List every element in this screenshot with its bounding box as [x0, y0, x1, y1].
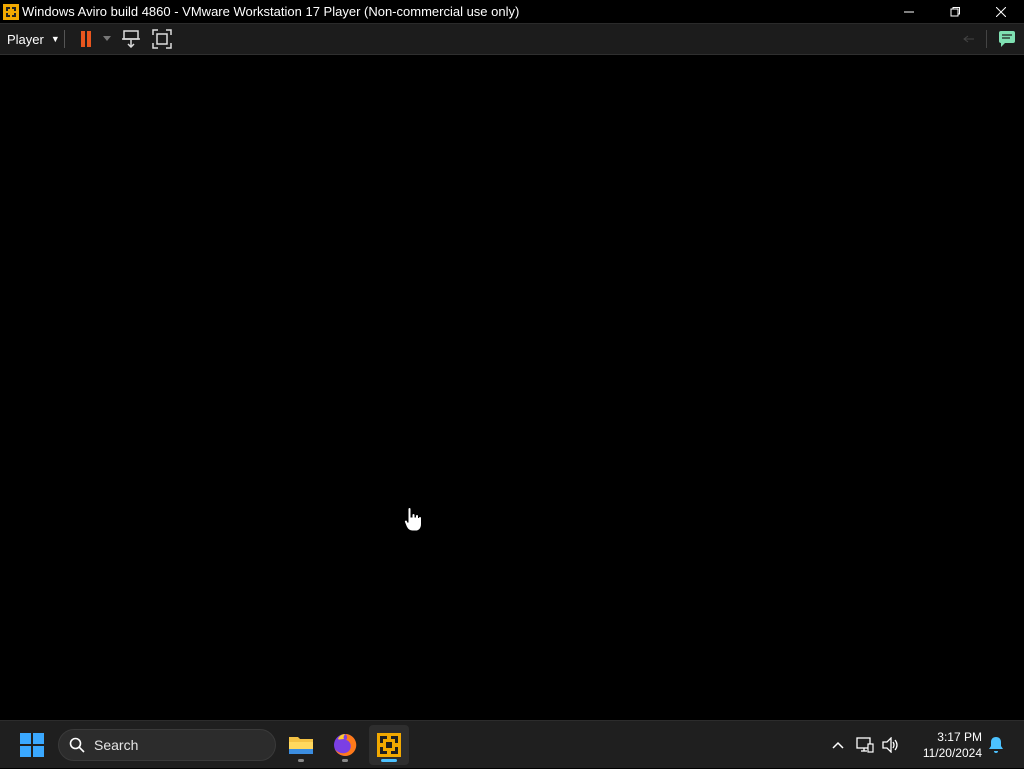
search-icon — [69, 737, 85, 753]
app-active-indicator — [381, 759, 397, 762]
firefox-icon[interactable] — [325, 725, 365, 765]
window-controls — [886, 0, 1024, 23]
player-menu-label: Player — [7, 31, 44, 47]
taskbar-clock[interactable]: 3:17 PM 11/20/2024 — [910, 729, 982, 761]
window-title: Windows Aviro build 4860 - VMware Workst… — [22, 4, 520, 19]
taskbar: Search 3:17 PM 11/20/2024 — [0, 720, 1024, 768]
toolbar-divider — [64, 30, 65, 48]
message-log-icon[interactable] — [996, 28, 1018, 50]
restore-icon[interactable] — [932, 0, 978, 23]
chevron-down-icon: ▼ — [50, 34, 60, 44]
windows-start-icon[interactable] — [14, 729, 50, 761]
player-menu-button[interactable]: Player ▼ — [0, 24, 60, 54]
clock-date: 11/20/2024 — [922, 746, 982, 760]
app-running-indicator — [298, 759, 304, 762]
hand-cursor-icon — [403, 507, 423, 533]
close-icon[interactable] — [978, 0, 1024, 23]
fullscreen-icon[interactable] — [151, 28, 173, 50]
toolbar-divider-right — [986, 30, 987, 48]
vmware-icon[interactable] — [3, 3, 19, 20]
volume-icon[interactable] — [880, 737, 902, 753]
player-toolbar: Player ▼ — [0, 23, 1024, 55]
pause-options-caret-icon[interactable] — [100, 28, 114, 50]
pause-icon[interactable] — [76, 28, 96, 50]
minimize-icon[interactable] — [886, 0, 932, 23]
notification-bell-icon[interactable] — [988, 736, 1004, 754]
title-bar: Windows Aviro build 4860 - VMware Workst… — [0, 0, 1024, 23]
chevron-up-icon[interactable] — [826, 741, 850, 749]
file-explorer-icon[interactable] — [281, 725, 321, 765]
back-icon[interactable] — [960, 28, 978, 50]
system-tray — [826, 721, 902, 769]
app-running-indicator — [342, 759, 348, 762]
vmware-player-icon[interactable] — [369, 725, 409, 765]
taskbar-search-box[interactable]: Search — [58, 729, 276, 761]
clock-time: 3:17 PM — [937, 730, 982, 744]
send-ctrl-alt-del-icon[interactable] — [120, 28, 142, 50]
vm-display[interactable] — [0, 55, 1024, 720]
network-icon[interactable] — [850, 737, 880, 753]
search-placeholder: Search — [94, 737, 139, 753]
